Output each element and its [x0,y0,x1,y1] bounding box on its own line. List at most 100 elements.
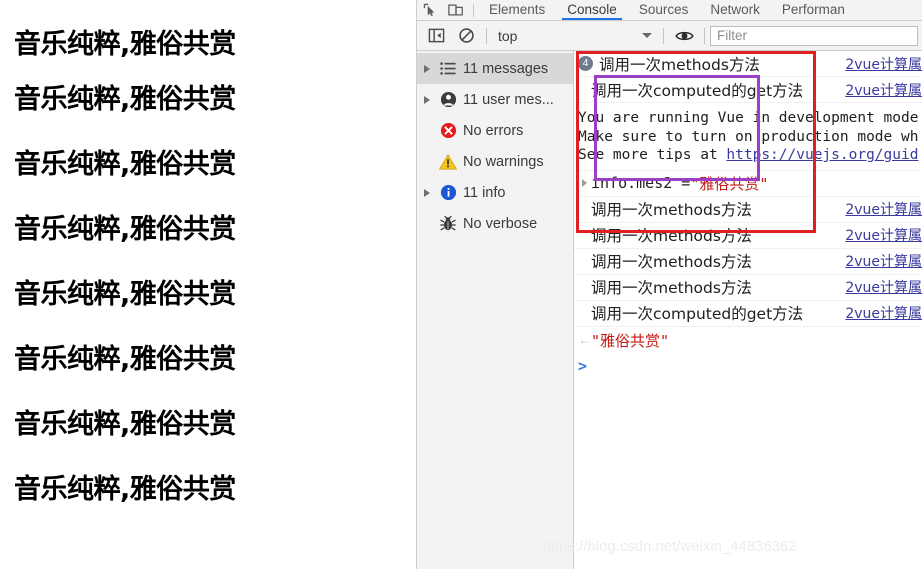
page-heading: 音乐纯粹,雅俗共赏 [14,409,236,440]
sidebar-item-label: No errors [463,122,524,139]
page-heading: 音乐纯粹,雅俗共赏 [14,29,236,60]
expand-triangle-icon[interactable] [578,179,591,187]
console-sidebar: 11 messages 11 user mes... No errors No … [417,51,574,569]
source-link[interactable]: 2vue计算属 [845,199,922,219]
tab-sources[interactable]: Sources [628,0,700,20]
user-icon [435,91,461,108]
page-heading-slot: 音乐纯粹,雅俗共赏 [0,392,416,457]
devtools-panel: Elements Console Sources Network Perform… [416,0,922,569]
tab-console[interactable]: Console [556,0,628,20]
page-heading-slot: 音乐纯粹,雅俗共赏 [0,262,416,327]
warning-icon [435,153,461,170]
vue-warning-line-2: Make sure to turn on production mode wh [578,128,919,145]
source-link[interactable]: 2vue计算属 [845,251,922,271]
source-link[interactable]: 2vue计算属 [845,303,922,323]
console-body: 11 messages 11 user mes... No errors No … [417,51,922,569]
show-console-sidebar-icon[interactable] [421,22,451,50]
page-heading-slot: 音乐纯粹,雅俗共赏 [0,457,416,522]
page-heading-slot: 音乐纯粹,雅俗共赏 [0,197,416,262]
return-arrow-icon: ← [578,333,591,347]
list-icon [435,62,461,75]
devtools-tabstrip: Elements Console Sources Network Perform… [417,0,922,21]
tab-network[interactable]: Network [699,0,771,20]
sidebar-item-label: 11 info [463,184,506,201]
context-selector[interactable]: top [492,28,658,44]
clear-console-icon[interactable] [451,22,481,50]
inspect-element-icon[interactable] [417,0,443,20]
eye-icon[interactable] [669,22,699,50]
expand-triangle-icon[interactable] [419,64,435,73]
page-heading-slot: 音乐纯粹,雅俗共赏 [0,0,416,67]
toolbar-divider [663,27,664,44]
return-value: "雅俗共赏" [591,331,670,350]
source-link[interactable]: 2vue计算属 [845,225,922,245]
filter-input[interactable] [710,25,918,46]
page-heading-slot: 音乐纯粹,雅俗共赏 [0,132,416,197]
console-message-text: 调用一次computed的get方法 [591,305,804,323]
console-message-list[interactable]: 4 调用一次methods方法 2vue计算属 调用一次computed的get… [574,51,922,569]
expression-code: info.mes2 = [591,174,691,192]
vue-warning-line-3: See more tips at https://vuejs.org/guid [578,146,922,165]
expand-triangle-icon[interactable] [419,188,435,197]
watermark: https://blog.csdn.net/weixin_44836362 [542,539,797,555]
sidebar-item-label: No verbose [463,215,538,232]
info-icon [435,184,461,201]
vue-warning-line-3-prefix: See more tips at [578,147,727,163]
console-message-text: 调用一次methods方法 [599,55,760,74]
console-message-row[interactable]: 调用一次methods方法 2vue计算属 [574,275,922,301]
console-filter-toolbar: top [417,21,922,51]
tab-elements[interactable]: Elements [478,0,556,20]
sidebar-item-user-messages[interactable]: 11 user mes... [417,84,573,115]
chevron-down-icon [642,33,652,38]
tab-performance[interactable]: Performan [771,0,856,20]
toolbar-divider [486,27,487,44]
page-heading: 音乐纯粹,雅俗共赏 [14,214,236,245]
sidebar-item-info[interactable]: 11 info [417,177,573,208]
sidebar-item-warnings[interactable]: No warnings [417,146,573,177]
page-heading: 音乐纯粹,雅俗共赏 [14,344,236,375]
prompt-caret-icon: > [578,356,588,375]
console-message-row[interactable]: 调用一次computed的get方法 2vue计算属 [574,77,922,103]
vue-development-warning[interactable]: You are running Vue in development mode … [574,103,922,171]
page-heading: 音乐纯粹,雅俗共赏 [14,279,236,310]
device-toolbar-icon[interactable] [443,0,469,20]
page-heading: 音乐纯粹,雅俗共赏 [14,474,236,505]
page-heading: 音乐纯粹,雅俗共赏 [14,84,236,115]
source-link[interactable]: 2vue计算属 [845,54,922,74]
console-return-value-row: ← "雅俗共赏" [574,327,922,354]
source-link[interactable]: 2vue计算属 [845,80,922,100]
page-heading-slot: 音乐纯粹,雅俗共赏 [0,327,416,392]
sidebar-item-verbose[interactable]: No verbose [417,208,573,239]
sidebar-item-errors[interactable]: No errors [417,115,573,146]
console-message-row[interactable]: 调用一次methods方法 2vue计算属 [574,223,922,249]
console-message-row[interactable]: 调用一次computed的get方法 2vue计算属 [574,301,922,327]
vue-docs-link[interactable]: https://vuejs.org/guid [726,147,918,163]
sidebar-item-label: 11 user mes... [463,91,554,108]
source-link[interactable]: 2vue计算属 [845,277,922,297]
sidebar-item-label: 11 messages [463,60,549,77]
console-message-row[interactable]: 4 调用一次methods方法 2vue计算属 [574,51,922,77]
console-message-text: 调用一次methods方法 [591,227,752,245]
bug-icon [435,215,461,232]
evaluated-expression-row[interactable]: info.mes2 = "雅俗共赏" [574,171,922,197]
repeat-count-badge: 4 [578,56,593,71]
console-prompt-row[interactable]: > [574,354,922,378]
console-message-text: 调用一次methods方法 [591,279,752,297]
error-icon [435,122,461,139]
expression-value: "雅俗共赏" [690,174,769,193]
screenshot-root: 音乐纯粹,雅俗共赏 音乐纯粹,雅俗共赏 音乐纯粹,雅俗共赏 音乐纯粹,雅俗共赏 … [0,0,922,569]
console-message-text: 调用一次methods方法 [591,253,752,271]
toolbar-divider [704,27,705,44]
vue-warning-line-1: You are running Vue in development mode [578,110,919,126]
web-page-pane: 音乐纯粹,雅俗共赏 音乐纯粹,雅俗共赏 音乐纯粹,雅俗共赏 音乐纯粹,雅俗共赏 … [0,0,416,569]
sidebar-item-messages[interactable]: 11 messages [417,53,573,84]
page-heading: 音乐纯粹,雅俗共赏 [14,149,236,180]
expand-triangle-icon[interactable] [419,95,435,104]
console-message-row[interactable]: 调用一次methods方法 2vue计算属 [574,197,922,223]
console-message-text: 调用一次computed的get方法 [591,81,804,100]
console-message-text: 调用一次methods方法 [591,201,752,219]
page-heading-slot: 音乐纯粹,雅俗共赏 [0,67,416,132]
sidebar-item-label: No warnings [463,153,544,170]
console-message-row[interactable]: 调用一次methods方法 2vue计算属 [574,249,922,275]
context-selector-label: top [498,27,518,44]
